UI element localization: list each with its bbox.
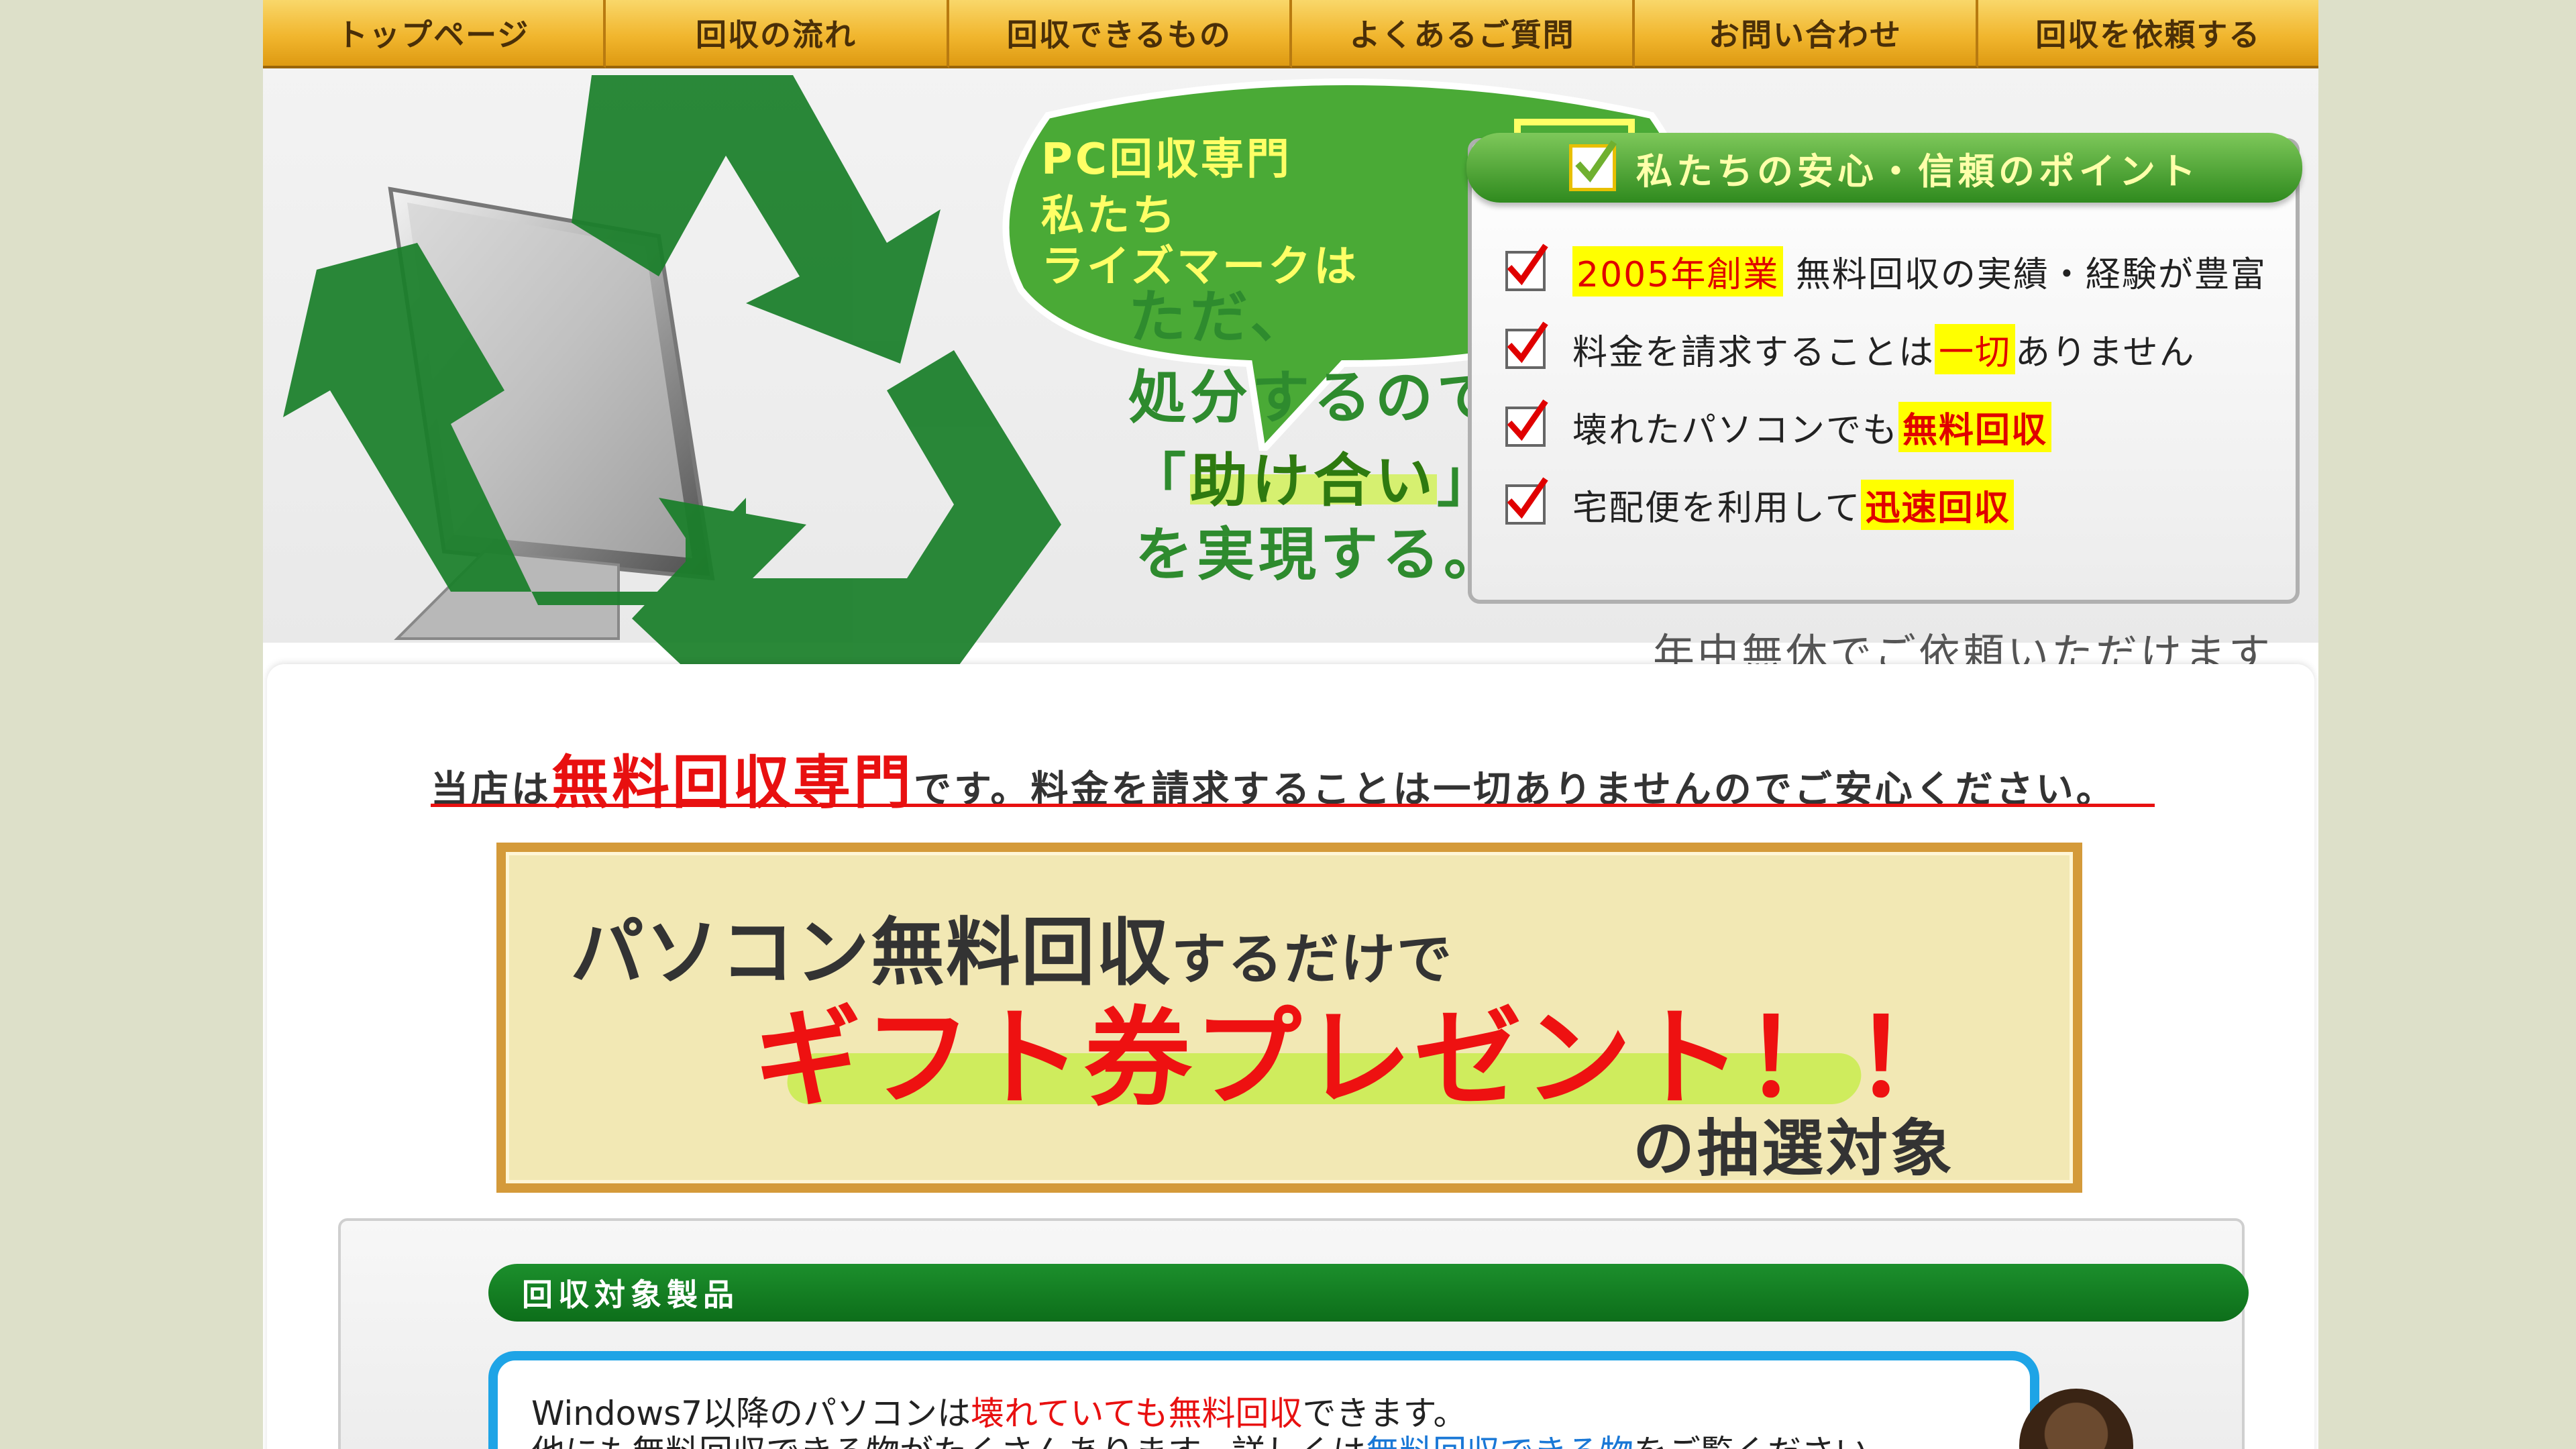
red-check-icon: [1505, 244, 1548, 291]
products-line-1: Windows7以降のパソコンは壊れていても無料回収できます。: [531, 1394, 1467, 1433]
nav-request-pickup[interactable]: 回収を依頼する: [1978, 0, 2318, 68]
nav-contact[interactable]: お問い合わせ: [1635, 0, 1978, 68]
page: トップページ 回収の流れ 回収できるもの よくあるご質問 お問い合わせ 回収を依…: [263, 0, 2318, 1449]
gift-banner[interactable]: パソコン無料回収するだけで ギフト券プレゼント！！ の抽選対象: [496, 843, 2082, 1193]
products-text: Windows7以降のパソコンは壊れていても無料回収できます。 他にも無料回収で…: [531, 1394, 1902, 1449]
trust-points-list: 2005年創業 無料回収の実績・経験が豊富 料金を請求することは 一切 ありません …: [1505, 232, 2267, 543]
slogan-highlight-help: 助け合い: [1190, 447, 1437, 515]
products-info-box: Windows7以降のパソコンは壊れていても無料回収できます。 他にも無料回収で…: [488, 1351, 2039, 1449]
checkbox-icon: [1569, 140, 1617, 191]
products-section: 回収対象製品 Windows7以降のパソコンは壊れていても無料回収できます。 他…: [338, 1218, 2249, 1449]
recyclable-items-link[interactable]: 無料回収できる物: [1366, 1433, 1633, 1449]
notice-underline: [431, 804, 2155, 807]
trust-point-broken-pc: 壊れたパソコンでも 無料回収: [1505, 388, 2267, 466]
gift-line-3: の抽選対象: [1633, 1113, 1955, 1185]
slogan-line-4: を実現する。: [1135, 521, 1505, 588]
products-line-2: 他にも無料回収できる物がたくさんあります。詳しくは無料回収できる物をご覧ください…: [531, 1433, 1902, 1449]
trust-points-box: 私たちの安心・信頼のポイント 2005年創業 無料回収の実績・経験が豊富 料金を…: [1466, 133, 2302, 604]
trust-points-header: 私たちの安心・信頼のポイント: [1466, 133, 2302, 203]
nav-top-page[interactable]: トップページ: [263, 0, 606, 68]
nav-flow[interactable]: 回収の流れ: [606, 0, 949, 68]
slogan-line-1: ただ、: [1128, 284, 1312, 351]
nav-recyclable-items[interactable]: 回収できるもの: [949, 0, 1292, 68]
trust-point-founded: 2005年創業 無料回収の実績・経験が豊富: [1505, 232, 2267, 310]
hero-banner: PC回収専門 私たち ライズマークは ただ、 処分するのではなく、 「助け合い」…: [263, 68, 2318, 678]
red-check-icon: [1505, 399, 1548, 447]
trust-point-fast-pickup: 宅配便を利用して 迅速回収: [1505, 466, 2267, 543]
main-nav: トップページ 回収の流れ 回収できるもの よくあるご質問 お問い合わせ 回収を依…: [263, 0, 2318, 68]
red-check-icon: [1505, 321, 1548, 369]
products-header: 回収対象製品: [488, 1264, 2249, 1322]
red-check-icon: [1505, 477, 1548, 525]
bubble-line-1: PC回収専門: [1041, 135, 1292, 184]
nav-faq[interactable]: よくあるご質問: [1291, 0, 1635, 68]
trust-point-no-fee: 料金を請求することは 一切 ありません: [1505, 310, 2267, 388]
